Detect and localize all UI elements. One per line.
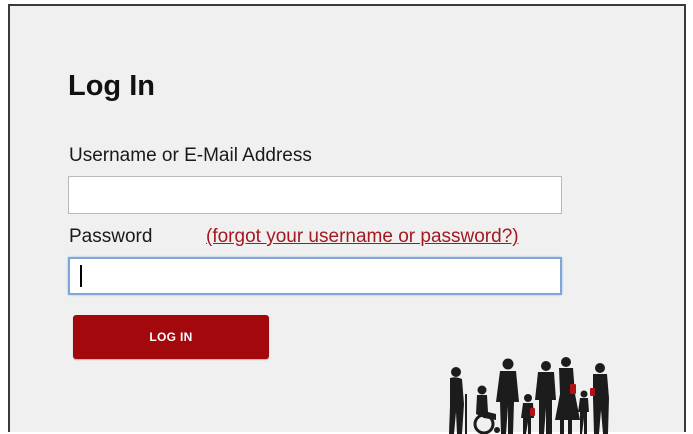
page-title: Log In: [68, 70, 155, 102]
password-input[interactable]: [68, 257, 562, 295]
text-caret: [80, 265, 82, 287]
login-button[interactable]: LOG IN: [73, 315, 269, 359]
username-input[interactable]: [68, 176, 562, 214]
forgot-credentials-link[interactable]: (forgot your username or password?): [206, 226, 519, 248]
password-label: Password: [69, 226, 153, 247]
family-silhouette-icon: [449, 357, 609, 434]
username-label: Username or E-Mail Address: [69, 145, 312, 166]
login-panel: Log In Username or E-Mail Address Passwo…: [8, 4, 686, 434]
